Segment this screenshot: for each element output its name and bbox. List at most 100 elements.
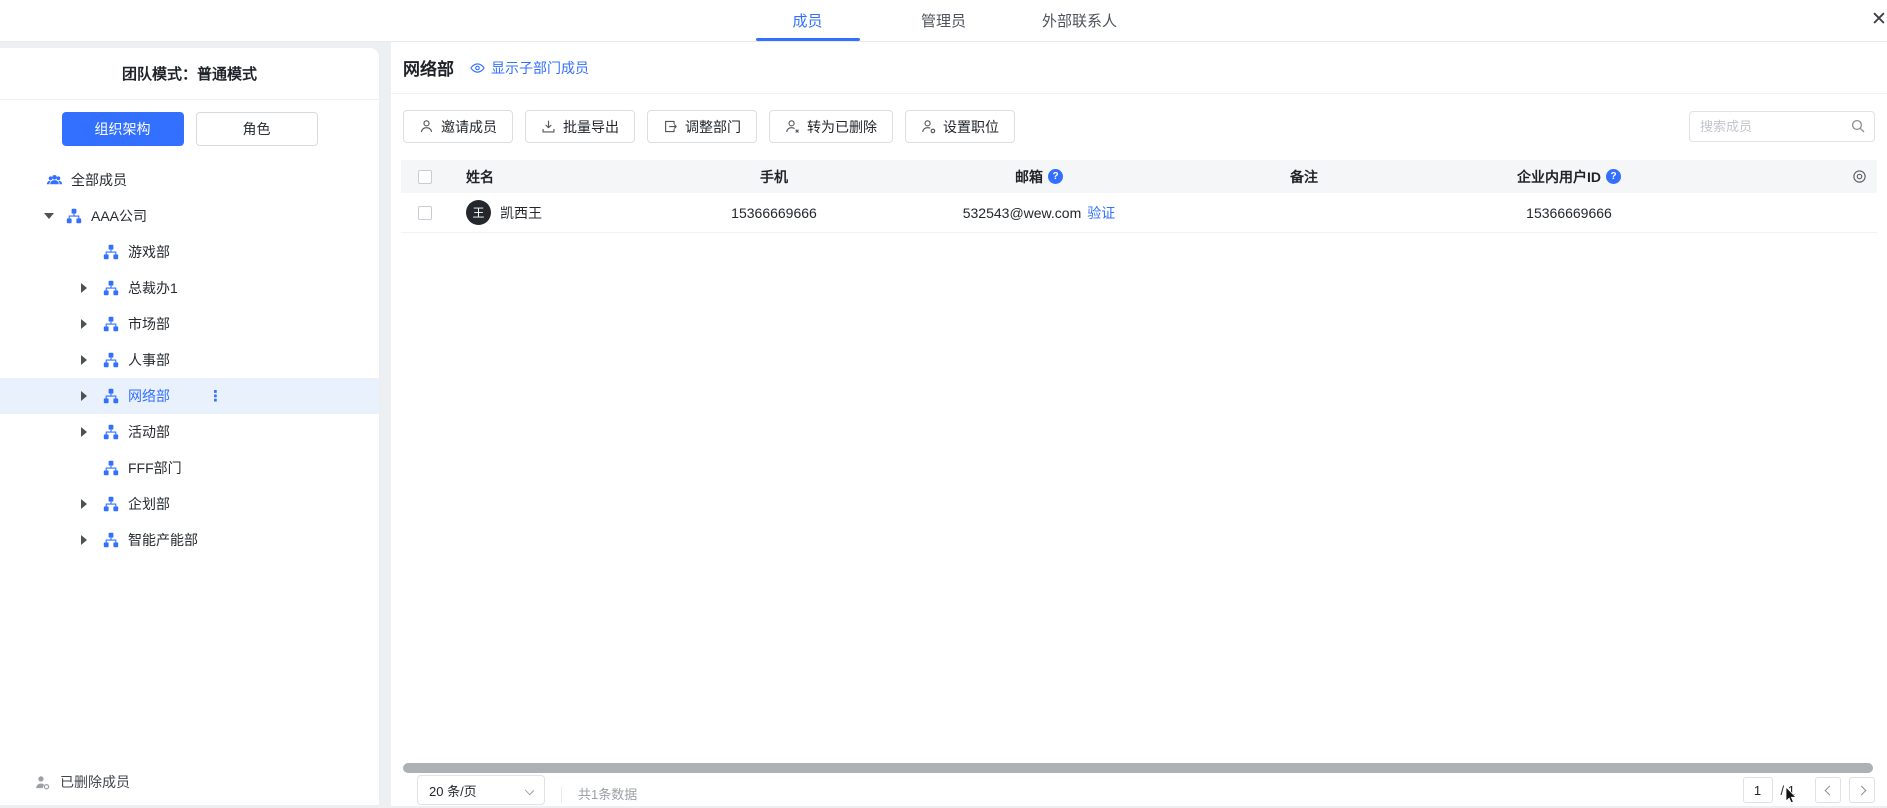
search-member-input[interactable] [1689, 111, 1875, 142]
org-icon [103, 316, 120, 333]
tree-item-dept[interactable]: 智能产能部 [0, 522, 379, 558]
deleted-person-icon [34, 774, 51, 791]
tree-item-label: 总裁办1 [128, 278, 178, 298]
org-icon [103, 352, 120, 369]
member-user-id: 15366669666 [1429, 205, 1709, 221]
row-checkbox[interactable] [418, 206, 432, 220]
table-header-row: 姓名 手机 邮箱 ? 备注 企业内用户ID ? [401, 160, 1877, 193]
department-tree: 全部成员 AAA公司 游戏部 总裁办1 市场部 人事部 [0, 162, 379, 558]
page-size-value: 20 条/页 [429, 781, 477, 800]
org-icon [66, 208, 83, 225]
pagination: 1 / 1 [1743, 777, 1875, 803]
select-all-checkbox[interactable] [418, 170, 432, 184]
next-page-button[interactable] [1849, 777, 1875, 803]
mode-switcher: 组织架构 角色 [0, 100, 379, 154]
column-settings-icon[interactable] [1852, 169, 1867, 184]
tree-item-dept[interactable]: 活动部 [0, 414, 379, 450]
person-position-icon [921, 119, 936, 134]
tree-item-all-members[interactable]: 全部成员 [0, 162, 379, 198]
caret-right-icon[interactable] [81, 319, 103, 329]
tab-members[interactable]: 成员 [756, 0, 860, 41]
tree-item-label: 人事部 [128, 350, 170, 370]
table-row[interactable]: 王 凯西王 15366669666 532543@wew.com验证 15366… [401, 193, 1877, 233]
close-icon[interactable]: ✕ [1867, 8, 1887, 31]
caret-down-icon[interactable] [44, 213, 66, 219]
tree-item-label: 市场部 [128, 314, 170, 334]
org-icon [103, 460, 120, 477]
members-panel: 网络部 显示子部门成员 邀请成员 批量导出 调整部门 转为已删除 设置职位 [391, 42, 1887, 806]
org-sidebar: 团队模式：普通模式 组织架构 角色 全部成员 AAA公司 游戏部 总裁办1 [0, 47, 380, 806]
roles-button[interactable]: 角色 [196, 112, 318, 146]
deleted-members-entry[interactable]: 已删除成员 [0, 759, 379, 805]
caret-right-icon[interactable] [81, 499, 103, 509]
tree-item-dept-selected[interactable]: 网络部 ⋮ [0, 378, 379, 414]
more-actions-icon[interactable]: ⋮ [208, 389, 223, 404]
batch-export-label: 批量导出 [563, 117, 619, 137]
chevron-left-icon [1824, 785, 1834, 795]
tree-item-label: AAA公司 [91, 206, 147, 226]
tree-item-dept[interactable]: 游戏部 [0, 234, 379, 270]
member-toolbar: 邀请成员 批量导出 调整部门 转为已删除 设置职位 [391, 94, 1887, 159]
search-wrap [1689, 111, 1875, 142]
org-icon [103, 388, 120, 405]
table-footer: 20 条/页 共1条数据 1 / 1 [391, 775, 1887, 806]
adjust-department-button[interactable]: 调整部门 [647, 110, 757, 143]
tree-item-dept[interactable]: FFF部门 [0, 450, 379, 486]
org-icon [103, 532, 120, 549]
tab-admins-label: 管理员 [921, 10, 966, 31]
member-email: 532543@wew.com [963, 205, 1082, 221]
show-sub-label: 显示子部门成员 [491, 58, 589, 78]
total-count: 共1条数据 [561, 787, 637, 803]
column-email-label: 邮箱 [1015, 167, 1043, 187]
verify-link[interactable]: 验证 [1087, 205, 1115, 221]
org-structure-button[interactable]: 组织架构 [62, 112, 184, 146]
page-size-select[interactable]: 20 条/页 [417, 775, 545, 805]
tree-item-label: 智能产能部 [128, 530, 198, 550]
person-remove-icon [785, 119, 800, 134]
tab-members-label: 成员 [792, 10, 822, 31]
adjust-department-label: 调整部门 [685, 117, 741, 137]
column-name: 姓名 [449, 167, 649, 187]
current-page-input[interactable]: 1 [1743, 777, 1773, 803]
batch-export-button[interactable]: 批量导出 [525, 110, 635, 143]
set-position-button[interactable]: 设置职位 [905, 110, 1015, 143]
column-phone: 手机 [649, 167, 899, 187]
tab-external-contacts-label: 外部联系人 [1042, 10, 1117, 31]
caret-right-icon[interactable] [81, 355, 103, 365]
tree-item-label: 全部成员 [71, 170, 127, 190]
tab-external-contacts[interactable]: 外部联系人 [1028, 0, 1132, 41]
eye-icon [470, 62, 485, 74]
tree-item-dept[interactable]: 市场部 [0, 306, 379, 342]
top-tab-bar: 成员 管理员 外部联系人 ✕ [0, 0, 1887, 42]
prev-page-button[interactable] [1815, 777, 1841, 803]
invite-member-button[interactable]: 邀请成员 [403, 110, 513, 143]
column-remark: 备注 [1179, 167, 1429, 187]
caret-right-icon[interactable] [81, 535, 103, 545]
team-mode-title: 团队模式：普通模式 [0, 48, 379, 100]
org-structure-label: 组织架构 [95, 119, 151, 139]
invite-member-label: 邀请成员 [441, 117, 497, 137]
horizontal-scrollbar[interactable] [403, 763, 1873, 773]
tree-item-dept[interactable]: 企划部 [0, 486, 379, 522]
caret-right-icon[interactable] [81, 427, 103, 437]
email-help-icon[interactable]: ? [1048, 169, 1063, 184]
move-to-deleted-button[interactable]: 转为已删除 [769, 110, 893, 143]
tree-item-label: 网络部 [128, 386, 170, 406]
chevron-down-icon [525, 786, 534, 795]
tree-item-company[interactable]: AAA公司 [0, 198, 379, 234]
user-id-help-icon[interactable]: ? [1606, 169, 1621, 184]
caret-right-icon[interactable] [81, 283, 103, 293]
org-icon [103, 244, 120, 261]
caret-right-icon[interactable] [81, 391, 103, 401]
search-icon[interactable] [1850, 118, 1866, 137]
tree-item-label: 企划部 [128, 494, 170, 514]
tab-admins[interactable]: 管理员 [892, 0, 996, 41]
tree-item-dept[interactable]: 总裁办1 [0, 270, 379, 306]
all-members-icon [46, 172, 63, 189]
tree-item-label: FFF部门 [128, 458, 182, 478]
move-to-deleted-label: 转为已删除 [807, 117, 877, 137]
tree-item-dept[interactable]: 人事部 [0, 342, 379, 378]
department-title: 网络部 [403, 55, 454, 80]
show-sub-department-members-link[interactable]: 显示子部门成员 [470, 58, 589, 78]
column-user-id-label: 企业内用户ID [1517, 167, 1601, 187]
